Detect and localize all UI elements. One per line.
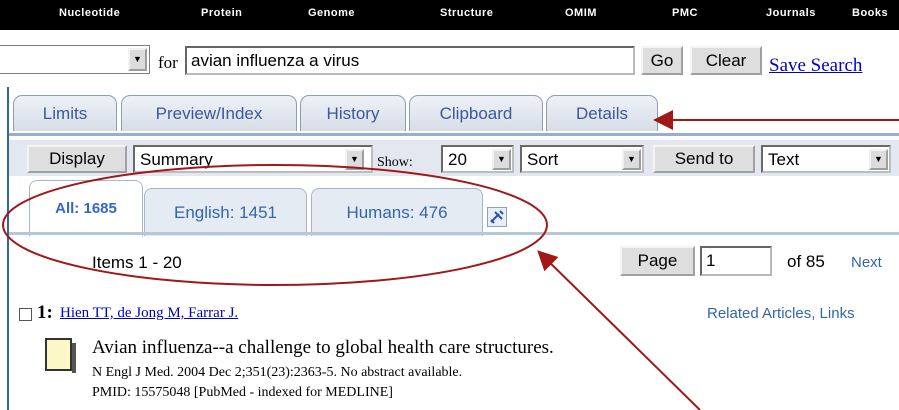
show-count-value: 20	[448, 150, 467, 169]
tools-icon	[490, 210, 504, 224]
filter-tabs: All: 1685 English: 1451 Humans: 476	[9, 176, 899, 236]
result-pmid: PMID: 15575048 [PubMed - indexed for MED…	[92, 385, 393, 400]
format-select-value: Summary	[140, 150, 213, 169]
page-button[interactable]: Page	[620, 246, 695, 276]
result-title: Avian influenza--a challenge to global h…	[92, 337, 554, 358]
main-tabs: Limits Preview/Index History Clipboard D…	[9, 95, 899, 135]
filter-tab-humans[interactable]: Humans: 476	[311, 188, 483, 236]
search-bar: ▼ for avian influenza a virus Go Clear S…	[0, 45, 899, 80]
nav-nucleotide[interactable]: Nucleotide	[59, 7, 120, 19]
show-label: Show:	[377, 155, 413, 170]
nav-genome[interactable]: Genome	[308, 7, 355, 19]
display-button[interactable]: Display	[27, 145, 127, 173]
nav-protein[interactable]: Protein	[201, 7, 242, 19]
nav-pmc[interactable]: PMC	[672, 7, 698, 19]
go-button[interactable]: Go	[641, 46, 683, 75]
chevron-down-icon[interactable]: ▼	[622, 149, 641, 170]
format-select[interactable]: Summary	[133, 145, 373, 173]
database-select[interactable]: ▼	[0, 45, 150, 74]
nav-journals[interactable]: Journals	[766, 7, 816, 19]
related-articles-links[interactable]: Related Articles, Links	[707, 305, 855, 322]
filter-baseline	[9, 232, 899, 235]
search-input[interactable]: avian influenza a virus	[185, 46, 635, 75]
for-label: for	[158, 53, 178, 72]
tab-limits[interactable]: Limits	[13, 95, 117, 131]
chevron-down-icon[interactable]: ▼	[492, 149, 511, 170]
filter-tab-english[interactable]: English: 1451	[144, 188, 307, 236]
result-citation: N Engl J Med. 2004 Dec 2;351(23):2363-5.…	[92, 365, 463, 380]
send-to-value: Text	[768, 150, 800, 169]
chevron-down-icon[interactable]: ▼	[128, 48, 147, 71]
result-authors-link[interactable]: Hien TT, de Jong M, Farrar J.	[60, 305, 238, 322]
nav-books[interactable]: Books	[852, 7, 888, 19]
result-number: 1:	[37, 302, 53, 323]
display-toolbar: Display Summary ▼ Show: 20 ▼ Sort ▼ Send…	[9, 140, 899, 176]
result-checkbox[interactable]	[19, 308, 32, 321]
nav-omim[interactable]: OMIM	[565, 7, 597, 19]
filter-tabs-arrow	[537, 250, 701, 410]
next-page-link[interactable]: Next	[851, 254, 882, 271]
sort-select-value: Sort	[527, 150, 559, 169]
chevron-down-icon[interactable]: ▼	[869, 149, 888, 170]
filter-tab-all[interactable]: All: 1685	[29, 180, 143, 236]
nav-structure[interactable]: Structure	[440, 7, 493, 19]
clear-button[interactable]: Clear	[690, 46, 762, 75]
send-to-button[interactable]: Send to	[653, 145, 755, 173]
tab-clipboard[interactable]: Clipboard	[409, 95, 543, 131]
database-nav-bar: Nucleotide Protein Genome Structure OMIM…	[0, 0, 899, 30]
chevron-down-icon[interactable]: ▼	[345, 149, 364, 170]
tab-history[interactable]: History	[300, 95, 406, 131]
document-icon[interactable]	[45, 338, 76, 373]
page-input[interactable]: 1	[700, 246, 772, 276]
tabs-baseline	[9, 133, 899, 136]
save-search-link[interactable]: Save Search	[769, 55, 862, 77]
items-range: Items 1 - 20	[92, 253, 182, 272]
tab-preview-index[interactable]: Preview/Index	[121, 95, 297, 131]
customize-filters-icon[interactable]	[487, 207, 507, 227]
tab-details[interactable]: Details	[546, 95, 658, 131]
page-count: of 85	[787, 252, 825, 271]
